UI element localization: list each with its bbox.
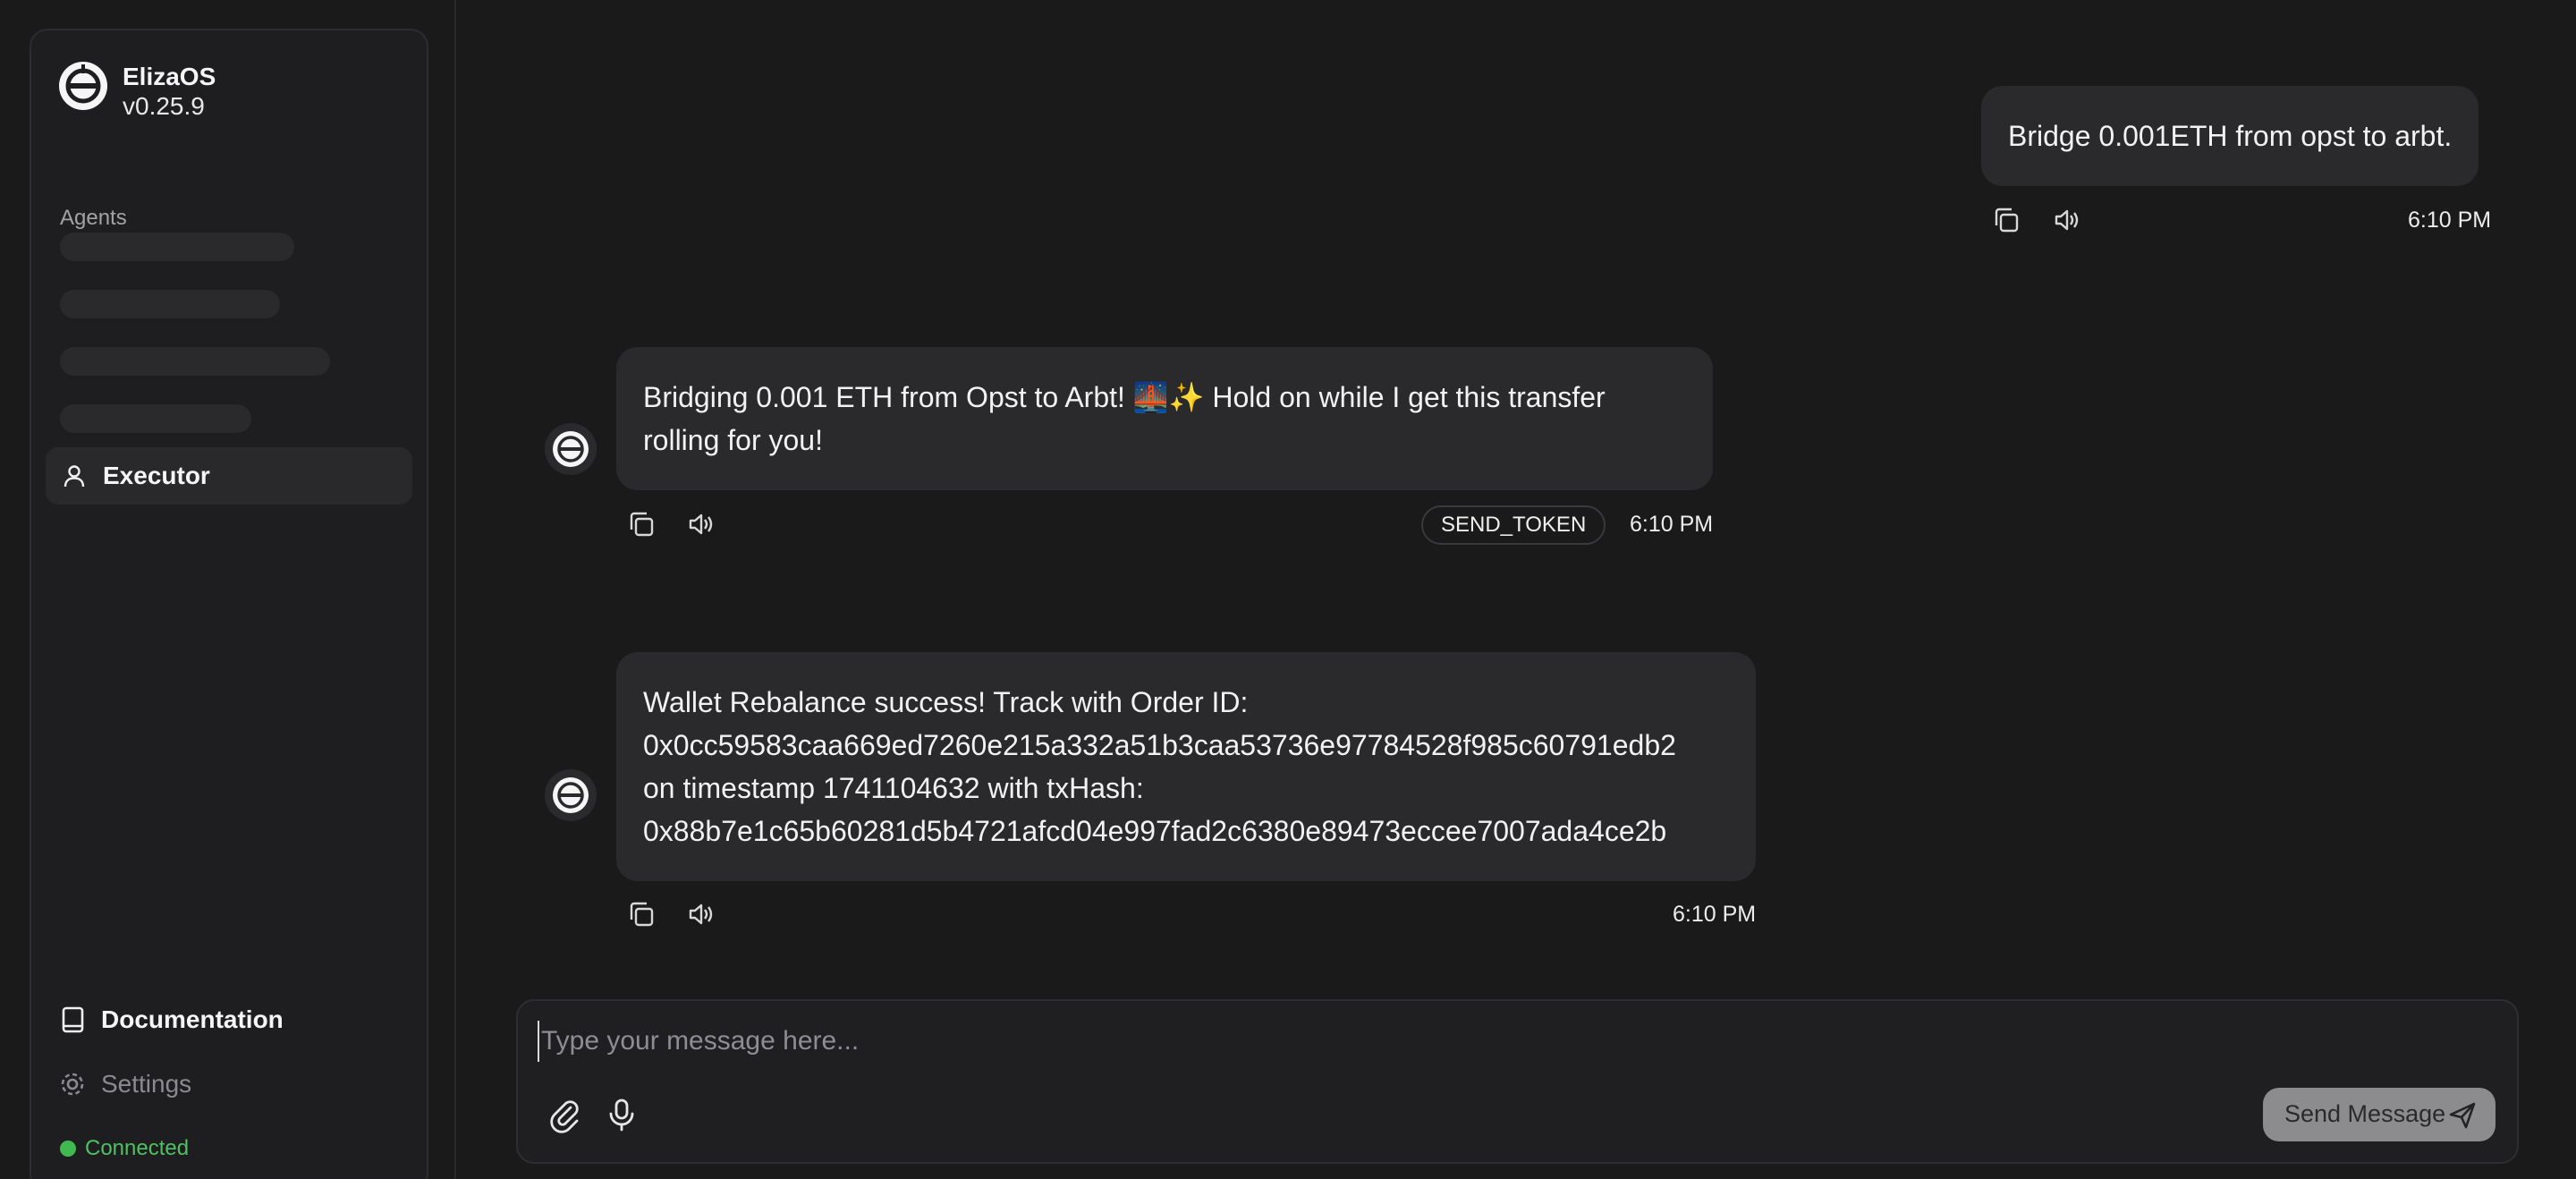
- connection-status: Connected: [60, 1132, 328, 1163]
- agent-skeleton-placeholder: [60, 233, 294, 261]
- sidebar-item-executor[interactable]: Executor: [46, 447, 412, 505]
- status-label: Connected: [85, 1136, 190, 1160]
- attach-button[interactable]: [547, 1096, 584, 1133]
- agent-avatar: [545, 423, 597, 475]
- agents-heading: Agents: [60, 206, 127, 230]
- send-button-label: Send Message: [2284, 1100, 2446, 1127]
- sidebar-item-label: Documentation: [101, 1005, 284, 1033]
- brand-header[interactable]: ElizaOS v0.25.9: [58, 61, 398, 123]
- agent-skeleton-placeholder: [60, 404, 251, 433]
- elizaos-logo-icon: [59, 62, 107, 110]
- message-text: Bridge 0.001ETH from opst to arbt.: [2008, 120, 2453, 152]
- speak-button[interactable]: [686, 509, 716, 539]
- copy-icon: [1995, 208, 2019, 233]
- speaker-icon: [2055, 209, 2079, 231]
- speak-button[interactable]: [686, 899, 716, 929]
- message-text: Bridging 0.001 ETH from Opst to Arbt! 🌉✨…: [643, 381, 1606, 413]
- sidebar-column: ElizaOS v0.25.9 Agents Executor Document…: [0, 0, 456, 1179]
- message-text: 0x88b7e1c65b60281d5b4721afcd04e997fad2c6…: [643, 815, 1667, 847]
- message-input[interactable]: [538, 1021, 2326, 1062]
- copy-button[interactable]: [626, 899, 657, 929]
- speaker-icon: [689, 903, 713, 925]
- message-timestamp: 6:10 PM: [1630, 512, 1714, 537]
- sidebar-item-documentation[interactable]: Documentation: [58, 998, 416, 1041]
- message-timestamp: 6:10 PM: [1673, 902, 1757, 927]
- message-text: on timestamp 1741104632 with txHash:: [643, 772, 1144, 804]
- gear-icon: [61, 1073, 84, 1096]
- message-composer: Send Message: [516, 999, 2519, 1164]
- agent-skeleton-placeholder: [60, 347, 330, 376]
- message-text: Wallet Rebalance success! Track with Ord…: [643, 686, 1249, 718]
- copy-button[interactable]: [1991, 205, 2021, 235]
- microphone-icon: [609, 1098, 634, 1132]
- brand-version: v0.25.9: [123, 92, 205, 120]
- sidebar-item-settings[interactable]: Settings: [58, 1063, 416, 1106]
- app-window: ElizaOS v0.25.9 Agents Executor Document…: [0, 0, 2576, 1179]
- message-text: 0x0cc59583caa669ed7260e215a332a51b3caa53…: [643, 729, 1676, 761]
- sidebar-item-label: Executor: [103, 462, 210, 489]
- elizaos-logo-icon: [545, 423, 597, 475]
- send-icon: [2449, 1102, 2476, 1129]
- agent-avatar: [545, 769, 597, 821]
- copy-icon: [630, 902, 654, 927]
- agent-message-bubble: Wallet Rebalance success! Track with Ord…: [616, 652, 1756, 881]
- copy-icon: [630, 512, 654, 537]
- agent-skeleton-placeholder: [60, 290, 280, 318]
- microphone-button[interactable]: [603, 1096, 640, 1133]
- action-badge: SEND_TOKEN: [1421, 505, 1606, 545]
- user-message-bubble: Bridge 0.001ETH from opst to arbt.: [1981, 86, 2479, 186]
- elizaos-logo-icon: [545, 769, 597, 821]
- speaker-icon: [689, 513, 713, 535]
- user-icon: [64, 465, 85, 488]
- message-timestamp: 6:10 PM: [2408, 208, 2492, 233]
- brand-name: ElizaOS: [123, 63, 216, 90]
- agent-message-bubble: Bridging 0.001 ETH from Opst to Arbt! 🌉✨…: [616, 347, 1713, 490]
- paperclip-icon: [550, 1100, 579, 1133]
- sidebar: ElizaOS v0.25.9 Agents Executor Document…: [30, 29, 428, 1179]
- book-icon: [62, 1006, 84, 1033]
- sidebar-item-label: Settings: [101, 1070, 192, 1098]
- send-message-button[interactable]: Send Message: [2263, 1088, 2496, 1141]
- status-dot-icon: [60, 1141, 76, 1157]
- copy-button[interactable]: [626, 509, 657, 539]
- speak-button[interactable]: [2052, 205, 2082, 235]
- message-text: rolling for you!: [643, 424, 823, 456]
